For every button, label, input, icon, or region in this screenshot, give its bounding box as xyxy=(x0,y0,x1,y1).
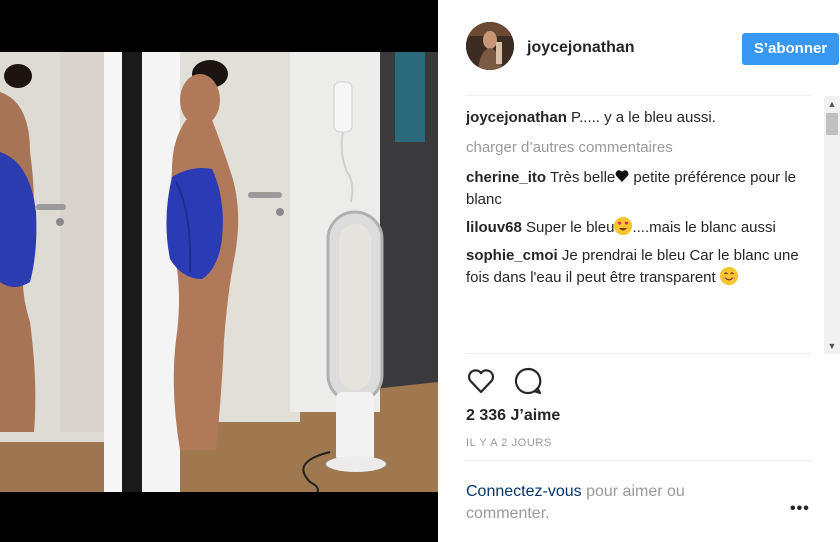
smiling-face-icon xyxy=(719,267,738,285)
header-divider xyxy=(466,95,811,96)
comment-username[interactable]: sophie_cmoi xyxy=(466,247,558,264)
load-more-comments-link[interactable]: charger d’autres commentaires xyxy=(466,137,818,159)
footer-divider xyxy=(466,460,811,461)
scroll-up-arrow-icon[interactable]: ▲ xyxy=(824,96,840,112)
comment-username[interactable]: lilouv68 xyxy=(466,219,522,236)
user-avatar[interactable] xyxy=(466,22,514,70)
likes-count[interactable]: 2 336 J’aime xyxy=(466,407,560,425)
comments-list: joycejonathan P..... y a le bleu aussi. … xyxy=(466,107,818,353)
more-options-icon[interactable]: ••• xyxy=(790,500,810,518)
scroll-thumb[interactable] xyxy=(826,113,838,135)
avatar-image xyxy=(466,22,514,70)
caption-username[interactable]: joycejonathan xyxy=(466,109,567,126)
photo-illustration xyxy=(0,52,438,492)
comment-username[interactable]: cherine_ito xyxy=(466,169,546,186)
comments-scrollbar[interactable]: ▲ ▼ xyxy=(824,96,840,354)
heart-outline-icon[interactable] xyxy=(466,366,496,396)
caption-text: P..... y a le bleu aussi. xyxy=(571,109,716,126)
follow-button[interactable]: S’abonner xyxy=(742,33,839,65)
photo-pane xyxy=(0,0,438,542)
post-header: joycejonathan S’abonner xyxy=(466,22,839,74)
post-side-panel: joycejonathan S’abonner joycejonathan P.… xyxy=(438,0,840,542)
black-heart-icon xyxy=(615,170,629,182)
comment-item: cherine_ito Très belle petite préférence… xyxy=(466,167,818,211)
login-link[interactable]: Connectez-vous xyxy=(466,483,582,500)
caption: joycejonathan P..... y a le bleu aussi. xyxy=(466,107,818,129)
scroll-down-arrow-icon[interactable]: ▼ xyxy=(824,338,840,354)
post-username[interactable]: joycejonathan xyxy=(527,39,635,57)
comment-text: Super le bleu xyxy=(526,219,615,236)
speech-bubble-icon[interactable] xyxy=(513,366,543,396)
comment-item: lilouv68 Super le bleu ....mais le blanc … xyxy=(466,217,818,239)
comment-text-tail: ....mais le blanc aussi xyxy=(632,219,776,236)
login-to-comment: Connectez-vous pour aimer ou commenter. xyxy=(466,481,766,525)
post-photo[interactable] xyxy=(0,52,438,492)
comments-divider xyxy=(466,353,811,354)
post-timestamp[interactable]: IL Y A 2 JOURS xyxy=(466,437,552,449)
comment-item: sophie_cmoi Je prendrai le bleu Car le b… xyxy=(466,245,818,289)
heart-eyes-icon xyxy=(614,217,633,235)
comment-text: Très belle xyxy=(549,169,616,186)
